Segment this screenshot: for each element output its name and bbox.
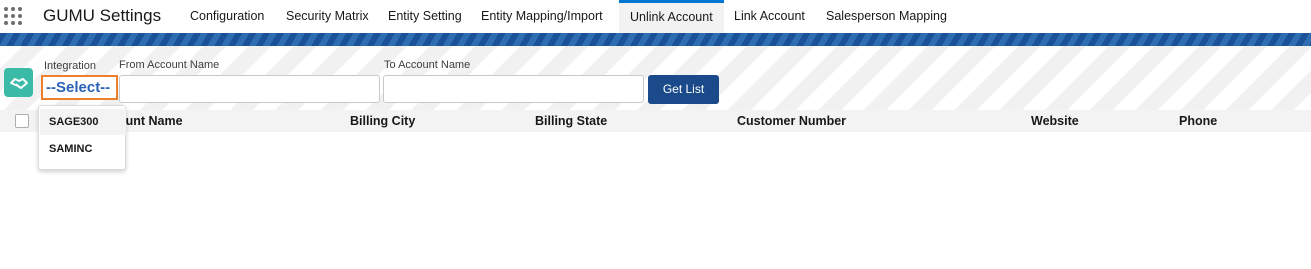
integration-select[interactable]: --Select-- xyxy=(41,75,118,100)
column-billing-city[interactable]: Billing City xyxy=(350,114,415,128)
tab-entity-setting[interactable]: Entity Setting xyxy=(377,0,473,33)
dropdown-option-saminc[interactable]: SAMINC xyxy=(40,136,126,162)
tab-unlink-account[interactable]: Unlink Account xyxy=(619,0,724,33)
select-all-checkbox[interactable] xyxy=(15,114,29,128)
brand-band xyxy=(0,33,1311,46)
tab-configuration[interactable]: Configuration xyxy=(179,0,275,33)
from-account-name-input[interactable] xyxy=(119,75,380,103)
app-launcher-icon[interactable] xyxy=(4,7,24,27)
column-billing-state[interactable]: Billing State xyxy=(535,114,607,128)
to-account-name-label: To Account Name xyxy=(384,59,471,71)
integration-label: Integration xyxy=(44,60,96,72)
filter-panel: Integration From Account Name To Account… xyxy=(0,46,1311,110)
column-phone[interactable]: Phone xyxy=(1179,114,1217,128)
app-name: GUMU Settings xyxy=(43,6,162,25)
column-customer-number[interactable]: Customer Number xyxy=(737,114,846,128)
table-header: Account Name Billing City Billing State … xyxy=(0,110,1311,132)
dropdown-option-sage300[interactable]: SAGE300 xyxy=(40,109,126,135)
tab-salesperson-mapping[interactable]: Salesperson Mapping xyxy=(815,0,958,33)
to-account-name-input[interactable] xyxy=(383,75,644,103)
get-list-button[interactable]: Get List xyxy=(648,75,719,104)
from-account-name-label: From Account Name xyxy=(119,59,220,71)
handshake-icon xyxy=(4,68,33,97)
integration-dropdown-menu: SAGE300 SAMINC xyxy=(38,105,126,170)
tab-security-matrix[interactable]: Security Matrix xyxy=(275,0,380,33)
top-navigation-bar: GUMU Settings Configuration Security Mat… xyxy=(0,0,1311,33)
column-website[interactable]: Website xyxy=(1031,114,1079,128)
tab-link-account[interactable]: Link Account xyxy=(723,0,816,33)
tab-entity-mapping-import[interactable]: Entity Mapping/Import xyxy=(470,0,614,33)
